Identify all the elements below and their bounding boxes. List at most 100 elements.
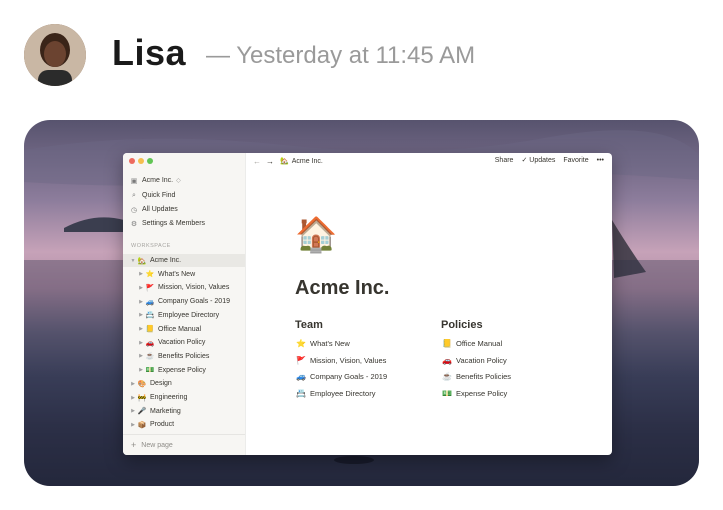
sidebar-page-benefits-policies[interactable]: ▶ ☕ Benefits Policies xyxy=(123,350,245,363)
sidebar: ▣ Acme Inc. ◇ ⌕ Quick Find ◷ All Updates ⚙ Se… xyxy=(123,153,246,455)
caret-right-icon[interactable]: ▶ xyxy=(129,381,137,387)
page-emoji-icon: 🏡 xyxy=(137,257,147,265)
sidebar-page-label: Product xyxy=(150,421,175,429)
sidebar-page-label: Marketing xyxy=(150,407,181,415)
sidebar-page-mission-vision-values[interactable]: ▶ 🚩 Mission, Vision, Values xyxy=(123,281,245,294)
page-emoji-icon: 📇 xyxy=(145,312,155,320)
sidebar-page-label: What's New xyxy=(158,270,196,278)
page-emoji-icon: 🚗 xyxy=(442,355,452,365)
avatar[interactable] xyxy=(24,24,86,86)
sidebar-page-label: Office Manual xyxy=(158,325,202,333)
page-emoji-icon: 📇 xyxy=(296,388,306,398)
favorite-button[interactable]: Favorite xyxy=(563,157,588,164)
author-name[interactable]: Lisa xyxy=(112,32,186,74)
page-emoji-icon: 📒 xyxy=(145,326,155,333)
sidebar-page-acme-inc[interactable]: ▼ 🏡 Acme Inc. xyxy=(123,254,245,267)
caret-right-icon[interactable]: ▶ xyxy=(129,422,137,428)
minimize-window-button[interactable] xyxy=(138,158,144,164)
sidebar-all-updates[interactable]: ◷ All Updates xyxy=(123,203,245,216)
page-link-label: Vacation Policy xyxy=(456,355,507,365)
page-emoji-icon: ☕ xyxy=(442,372,452,381)
screenshot-attachment[interactable]: ▣ Acme Inc. ◇ ⌕ Quick Find ◷ All Updates ⚙ Se… xyxy=(24,120,699,486)
zoom-window-button[interactable] xyxy=(147,158,153,164)
page-link-label: What's New xyxy=(310,339,350,348)
sidebar-page-label: Engineering xyxy=(150,394,188,401)
page-link-company-goals-2019[interactable]: 🚙 Company Goals - 2019 xyxy=(295,372,387,381)
forward-arrow-icon[interactable]: → xyxy=(266,157,274,166)
updates-button[interactable]: ✓ Updates xyxy=(521,156,555,164)
page-link-what-s-new[interactable]: ⭐ What's New xyxy=(295,339,350,348)
sidebar-page-label: Design xyxy=(150,380,172,388)
sidebar-page-design[interactable]: ▶ 🎨 Design xyxy=(123,377,245,390)
message-timestamp: — Yesterday at 11:45 AM xyxy=(206,42,476,69)
new-page-label: New page xyxy=(141,441,173,449)
new-page-button[interactable]: + New page xyxy=(123,434,245,455)
page-link-label: Employee Directory xyxy=(310,388,376,398)
caret-right-icon[interactable]: ▶ xyxy=(137,312,145,318)
page-emoji-icon: 🚗 xyxy=(145,339,155,347)
updates-label: Updates xyxy=(529,157,556,164)
page-emoji-icon: 🚧 xyxy=(137,394,147,402)
page-link-office-manual[interactable]: 📒 Office Manual xyxy=(441,339,502,348)
gear-icon: ⚙ xyxy=(130,220,138,228)
share-button[interactable]: Share xyxy=(495,157,514,164)
page-emoji-icon: 🚩 xyxy=(296,355,306,365)
notion-app-window: ▣ Acme Inc. ◇ ⌕ Quick Find ◷ All Updates ⚙ Se… xyxy=(123,153,612,455)
sidebar-settings-members[interactable]: ⚙ Settings & Members xyxy=(123,217,245,230)
sidebar-menu-label: Settings & Members xyxy=(142,220,206,227)
sidebar-page-office-manual[interactable]: ▶ 📒 Office Manual xyxy=(123,323,245,336)
page-link-expense-policy[interactable]: 💵 Expense Policy xyxy=(441,389,507,398)
page-icon[interactable]: 🏠 xyxy=(295,215,337,255)
sidebar-page-label: Mission, Vision, Values xyxy=(158,284,230,292)
sidebar-page-what-s-new[interactable]: ▶ ⭐ What's New xyxy=(123,268,245,281)
sidebar-page-employee-directory[interactable]: ▶ 📇 Employee Directory xyxy=(123,309,245,322)
sidebar-page-engineering[interactable]: ▶ 🚧 Engineering xyxy=(123,391,245,404)
more-options-icon[interactable]: ••• xyxy=(597,157,604,164)
page-emoji-icon: 🚩 xyxy=(145,284,155,292)
sidebar-menu-label: Quick Find xyxy=(142,192,176,199)
page-link-mission-vision-values[interactable]: 🚩 Mission, Vision, Values xyxy=(295,356,386,365)
page-emoji-icon: 🚙 xyxy=(296,372,306,381)
breadcrumb-label: Acme Inc. xyxy=(291,157,323,165)
page-emoji-icon: 🎤 xyxy=(137,408,147,416)
caret-down-icon[interactable]: ▼ xyxy=(129,258,137,264)
caret-right-icon[interactable]: ▶ xyxy=(137,285,145,291)
sidebar-quick-find[interactable]: ⌕ Quick Find xyxy=(123,189,245,202)
house-emoji-icon: 🏡 xyxy=(280,158,289,165)
sidebar-page-company-goals-2019[interactable]: ▶ 🚙 Company Goals - 2019 xyxy=(123,295,245,308)
caret-right-icon[interactable]: ▶ xyxy=(129,408,137,414)
page-emoji-icon: ☕ xyxy=(145,353,155,361)
sidebar-page-marketing[interactable]: ▶ 🎤 Marketing xyxy=(123,405,245,418)
workspace-switcher[interactable]: ▣ Acme Inc. ◇ xyxy=(123,174,245,187)
sidebar-page-vacation-policy[interactable]: ▶ 🚗 Vacation Policy xyxy=(123,336,245,349)
page-title[interactable]: Acme Inc. xyxy=(295,277,389,300)
page-emoji-icon: ⭐ xyxy=(296,339,306,348)
sidebar-page-label: Vacation Policy xyxy=(158,339,206,347)
page-link-label: Office Manual xyxy=(456,339,503,348)
workspace-caret-icon: ◇ xyxy=(176,178,181,184)
sidebar-page-label: Acme Inc. xyxy=(150,257,182,264)
clock-icon: ◷ xyxy=(130,206,138,214)
window-controls xyxy=(129,158,153,164)
caret-right-icon[interactable]: ▶ xyxy=(137,271,145,277)
page-link-vacation-policy[interactable]: 🚗 Vacation Policy xyxy=(441,356,507,365)
page-emoji-icon: 🚙 xyxy=(145,298,155,306)
search-icon: ⌕ xyxy=(132,191,136,199)
page-link-employee-directory[interactable]: 📇 Employee Directory xyxy=(295,389,375,398)
caret-right-icon[interactable]: ▶ xyxy=(137,353,145,359)
page-emoji-icon: 💵 xyxy=(145,367,155,375)
close-window-button[interactable] xyxy=(129,158,135,164)
caret-right-icon[interactable]: ▶ xyxy=(137,299,145,305)
caret-right-icon[interactable]: ▶ xyxy=(129,395,137,401)
workspace-logo-icon: ▣ xyxy=(130,177,138,185)
page-link-benefits-policies[interactable]: ☕ Benefits Policies xyxy=(441,372,511,381)
breadcrumb[interactable]: 🏡 Acme Inc. xyxy=(280,157,323,166)
caret-right-icon[interactable]: ▶ xyxy=(137,326,145,332)
caret-right-icon[interactable]: ▶ xyxy=(137,367,145,373)
caret-right-icon[interactable]: ▶ xyxy=(137,340,145,346)
page-link-label: Company Goals - 2019 xyxy=(310,372,388,381)
sidebar-page-product[interactable]: ▶ 📦 Product xyxy=(123,418,245,431)
back-arrow-icon[interactable]: ← xyxy=(253,157,261,166)
sidebar-page-expense-policy[interactable]: ▶ 💵 Expense Policy xyxy=(123,364,245,377)
sidebar-page-label: Company Goals - 2019 xyxy=(158,298,230,306)
